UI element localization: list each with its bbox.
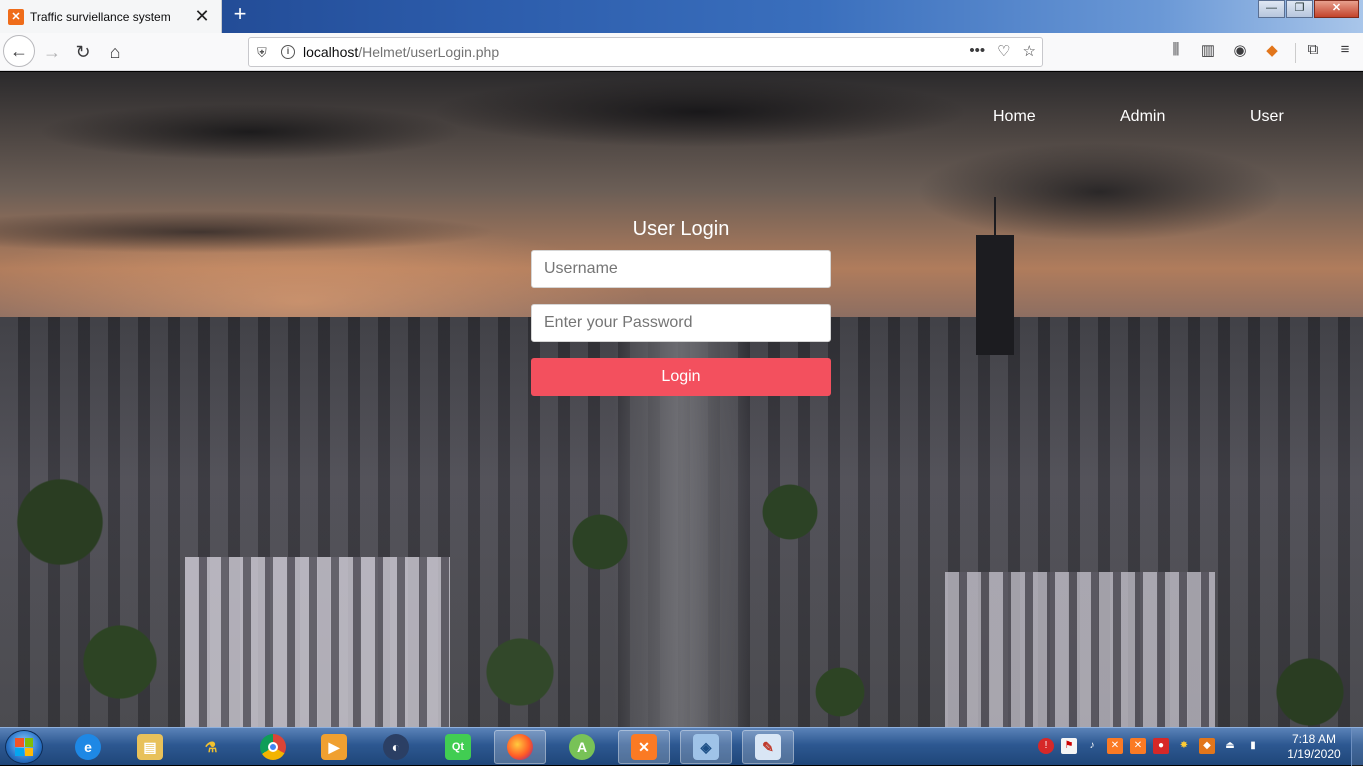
forward-button[interactable]: → (37, 37, 67, 67)
qt-icon: Qt (445, 734, 471, 760)
nav-home-link[interactable]: Home (993, 108, 1036, 126)
navigation-toolbar: ← → ↻ ⌂ ⛨ i localhost/Helmet/userLogin.p… (0, 33, 1363, 71)
clock-time: 7:18 AM (1291, 732, 1337, 746)
library-icon[interactable]: ⫼ (1165, 41, 1187, 58)
menu-icon[interactable]: ≡ (1334, 41, 1356, 58)
background-trees (730, 392, 1363, 727)
android-studio-icon: A (569, 734, 595, 760)
taskbar-paint[interactable]: ✎ (742, 730, 794, 764)
taskbar-file-explorer[interactable]: ▤ (124, 730, 176, 764)
url-text[interactable]: localhost/Helmet/userLogin.php (303, 44, 499, 60)
background-trees (0, 402, 640, 727)
clock-date: 1/19/2020 (1287, 747, 1341, 761)
login-page: Home Admin User User Login Login (0, 72, 1363, 727)
extensions-icon[interactable]: ⧉ (1302, 41, 1324, 58)
url-actions: ••• ♡ ☆ (969, 42, 1036, 60)
account-icon[interactable]: ◉ (1229, 41, 1251, 59)
login-button[interactable]: Login (531, 358, 831, 396)
url-bar[interactable]: ⛨ i localhost/Helmet/userLogin.php ••• ♡… (248, 37, 1043, 67)
browser-tab[interactable]: ✕ Traffic surviellance system ✕ (0, 0, 222, 33)
taskbar-virtualbox[interactable]: ◈ (680, 730, 732, 764)
bookmark-star-icon[interactable]: ☆ (1023, 42, 1036, 60)
close-tab-icon[interactable]: ✕ (193, 7, 211, 25)
chrome-icon (260, 734, 286, 760)
tab-strip: ✕ Traffic surviellance system ✕ + — ❐ ✕ (0, 0, 1363, 33)
login-title: User Login (632, 218, 730, 240)
sidebar-icon[interactable]: ▥ (1197, 41, 1219, 59)
media-center-icon: ◐ (383, 734, 409, 760)
xampp-favicon-icon: ✕ (8, 8, 24, 25)
battery-icon[interactable]: ▮ (1245, 738, 1261, 754)
xampp-tray-icon[interactable]: ✕ (1130, 738, 1146, 754)
home-button[interactable]: ⌂ (100, 37, 130, 67)
file-explorer-icon: ▤ (137, 734, 163, 760)
firefox-icon (507, 734, 533, 760)
taskbar: e ▤ ⚗ ▶ ◐ Qt A ✕ ◈ ✎ ! ⚑ ♪ ✕ ✕ ● ✸ ◆ ⏏ ▮ (0, 727, 1363, 766)
username-input[interactable] (531, 250, 831, 288)
taskbar-xampp[interactable]: ✕ (618, 730, 670, 764)
site-info-icon[interactable]: i (281, 45, 295, 59)
taskbar-media-player[interactable]: ▶ (308, 730, 360, 764)
show-desktop-button[interactable] (1351, 728, 1363, 766)
taskbar-android-studio[interactable]: A (556, 730, 608, 764)
nav-admin-link[interactable]: Admin (1120, 108, 1165, 126)
taskbar-firefox[interactable] (494, 730, 546, 764)
window-controls: — ❐ ✕ (1257, 0, 1359, 18)
start-button[interactable] (5, 730, 43, 764)
nav-user-link[interactable]: User (1250, 108, 1284, 126)
windows-logo-icon (15, 738, 33, 756)
internet-explorer-icon: e (75, 734, 101, 760)
page-actions-icon[interactable]: ••• (969, 42, 985, 60)
background-tower (976, 235, 1014, 355)
system-tray: ! ⚑ ♪ ✕ ✕ ● ✸ ◆ ⏏ ▮ (1038, 738, 1261, 754)
metamask-tray-icon[interactable]: ◆ (1199, 738, 1215, 754)
paint-icon: ✎ (755, 734, 781, 760)
pocket-icon[interactable]: ♡ (997, 42, 1010, 60)
taskbar-chrome[interactable] (247, 730, 299, 764)
reload-button[interactable]: ↻ (68, 37, 98, 67)
tool-icon: ⚗ (204, 738, 218, 755)
password-input[interactable] (531, 304, 831, 342)
xampp-icon: ✕ (631, 734, 657, 760)
action-center-flag-icon[interactable]: ⚑ (1061, 738, 1077, 754)
network-activity-icon[interactable]: ✸ (1176, 738, 1192, 754)
tracking-shield-icon[interactable]: ⛨ (257, 45, 271, 60)
taskbar-clock[interactable]: 7:18 AM 1/19/2020 (1283, 732, 1345, 762)
taskbar-tool[interactable]: ⚗ (185, 730, 237, 764)
virtualbox-icon: ◈ (693, 734, 719, 760)
screen-recorder-icon[interactable]: ● (1153, 738, 1169, 754)
background-tower-antenna (994, 197, 996, 237)
volume-icon[interactable]: ♪ (1084, 738, 1100, 754)
xampp-tray-icon[interactable]: ✕ (1107, 738, 1123, 754)
media-player-icon: ▶ (321, 734, 347, 760)
back-button[interactable]: ← (3, 35, 35, 67)
usb-icon[interactable]: ⏏ (1222, 738, 1238, 754)
toolbar-separator (1295, 43, 1296, 63)
restore-button[interactable]: ❐ (1286, 0, 1313, 18)
tab-title: Traffic surviellance system (30, 9, 171, 24)
alert-icon[interactable]: ! (1038, 738, 1054, 754)
taskbar-qt[interactable]: Qt (432, 730, 484, 764)
taskbar-media-center[interactable]: ◐ (370, 730, 422, 764)
minimize-button[interactable]: — (1258, 0, 1285, 18)
window-close-button[interactable]: ✕ (1314, 0, 1359, 18)
metamask-icon[interactable]: ◆ (1261, 41, 1283, 59)
site-nav: Home Admin User (0, 108, 1363, 130)
taskbar-internet-explorer[interactable]: e (62, 730, 114, 764)
new-tab-button[interactable]: + (229, 3, 251, 27)
